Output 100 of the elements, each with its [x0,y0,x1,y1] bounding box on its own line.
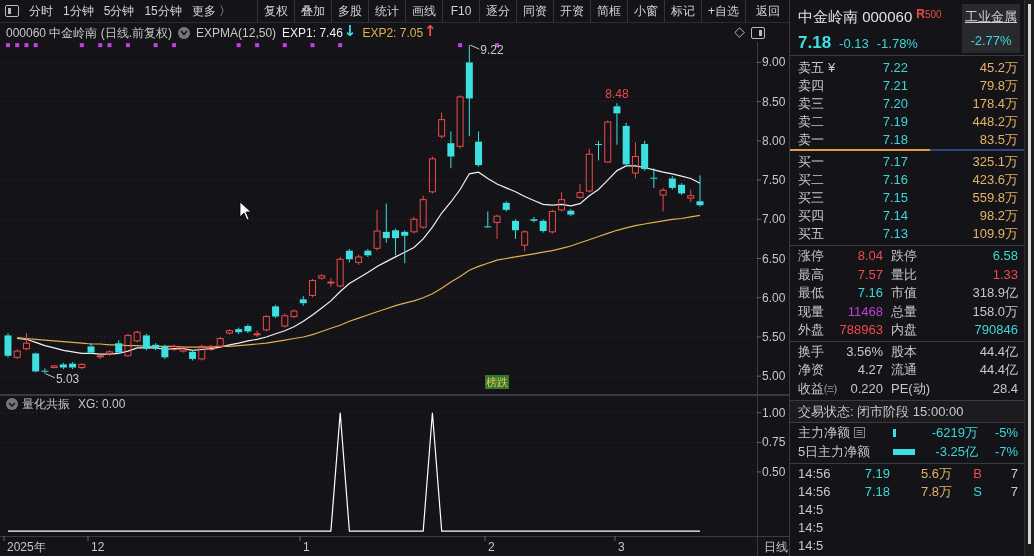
toolbar-button[interactable]: 小窗 [627,0,664,22]
order-volume: 83.5万 [978,131,1018,149]
order-level: 买三 [798,189,824,207]
order-price: 7.20 [881,95,908,113]
flow-percent: -5% [993,424,1018,442]
trade-status: 交易状态: 闭市阶段 15:00:00 [790,401,1024,422]
toolbar-button[interactable]: 逐分 [479,0,516,22]
flow-amount: -6219万 [930,424,978,442]
stat-label: 净资 [798,361,825,379]
toolbar-button[interactable]: 开资 [553,0,590,22]
trade-count: 7 [1009,465,1018,483]
order-price: 7.19 [881,113,908,131]
trade-count: 7 [1009,483,1018,501]
stat-label: 流通 [891,361,918,379]
toolbar-button[interactable]: +自选 [701,0,745,22]
period-tab[interactable]: 1分钟 [58,0,99,22]
stat-value: 3.56% [846,342,884,361]
stat-label: 量比 [891,265,918,284]
more-button[interactable]: 更多 〉 [186,0,237,22]
date-label: 2025年 [7,540,46,554]
order-level: 卖一 [798,131,824,149]
axis-label: 9.00 [762,55,786,70]
order-level: 卖二 [798,113,824,131]
order-price: 7.18 [881,131,908,149]
stat-label: 内盘 [891,321,918,339]
trade-volume: 5.6万 [919,465,952,483]
axis-label: 0.75 [762,435,786,450]
toolbar-button[interactable]: 多股 [331,0,368,22]
stat-label: 现量 [798,302,825,321]
stat-value: 7.57 [856,265,884,284]
period-label: 日线 [764,540,788,554]
price-label: 8.48 [605,87,629,102]
stat-value: 788963 [838,321,884,339]
toolbar-button[interactable]: 统计 [368,0,405,22]
stat-value: 44.4亿 [978,361,1018,379]
axis-label: 6.50 [762,251,786,266]
stat-label: 涨停 [798,247,825,265]
stat-value: 11468 [846,302,884,321]
date-label: 1 [303,540,310,554]
period-tab[interactable]: 5分钟 [98,0,140,22]
trade-time: 14:5 [798,537,825,555]
date-label: 2 [488,540,495,554]
stat-value: 1.33 [991,265,1018,284]
stat-value: 0.220 [849,379,884,398]
toolbar-button[interactable]: 同资 [516,0,553,22]
axis-label: 7.00 [762,212,786,227]
date-label: 3 [618,540,625,554]
axis-label: 1.00 [762,405,786,420]
stat-label: 股本 [891,342,918,361]
order-level: 卖五 [798,59,824,77]
period-tab[interactable]: 分时 [24,0,58,22]
toolbar-button[interactable]: 简框 [590,0,627,22]
sector-change: -2.77% [970,32,1012,50]
order-price: 7.21 [881,77,908,95]
stat-value: 158.0万 [971,302,1018,321]
axis-label: 5.50 [762,329,786,344]
stat-value: 8.04 [856,247,884,265]
stat-value: 790846 [973,321,1018,339]
price-label: 5.03 [45,371,80,386]
order-volume: 45.2万 [978,59,1018,77]
price-change: -0.13 [839,34,869,53]
trend-arrow: ↑ [424,23,437,42]
order-volume: 325.1万 [971,153,1018,171]
order-price: 7.15 [881,189,908,207]
order-volume: 178.4万 [971,95,1018,113]
axis-label: 7.50 [762,173,786,188]
stat-label: PE(动) [891,379,931,398]
order-level: 买五 [798,225,824,243]
stat-value: 7.16 [856,284,884,302]
toolbar-button[interactable]: 画线 [405,0,442,22]
trade-time: 14:56 [798,483,832,501]
toolbar-button[interactable]: 叠加 [294,0,331,22]
axis-label: 8.50 [762,94,786,109]
date-label: 12 [91,540,105,554]
indicator-value: EXP1: 7.46 [282,24,343,42]
toolbar-button[interactable]: 标记 [664,0,701,22]
stat-label: 总量 [891,302,918,321]
trade-side: S [972,483,982,501]
currency-symbol: ¥ [828,59,836,77]
trend-arrow: ↓ [343,23,357,42]
toolbar-button[interactable]: F10 [442,0,479,22]
order-price: 7.14 [881,207,908,225]
toolbar-button[interactable]: 复权 [257,0,294,22]
order-price: 7.17 [881,153,908,171]
period-tab[interactable]: 15分钟 [139,0,187,22]
stat-label: 外盘 [798,321,825,339]
trade-price: 7.19 [863,465,890,483]
order-price: 7.22 [881,59,908,77]
stat-value: 318.9亿 [971,284,1018,302]
stat-value: 4.27 [856,361,884,379]
axis-label: 0.50 [762,464,786,479]
order-level: 买一 [798,153,824,171]
sector-link[interactable]: 工业金属 [965,6,1017,26]
order-level: 卖四 [798,77,824,95]
indicator-name: EXPMA(12,50) [196,24,277,42]
trade-volume: 7.8万 [919,483,952,501]
stat-label: 收益㈢ [798,379,838,398]
order-volume: 79.8万 [978,77,1018,95]
stat-label: 跌停 [891,247,918,265]
toolbar-button[interactable]: 返回 [745,0,789,22]
